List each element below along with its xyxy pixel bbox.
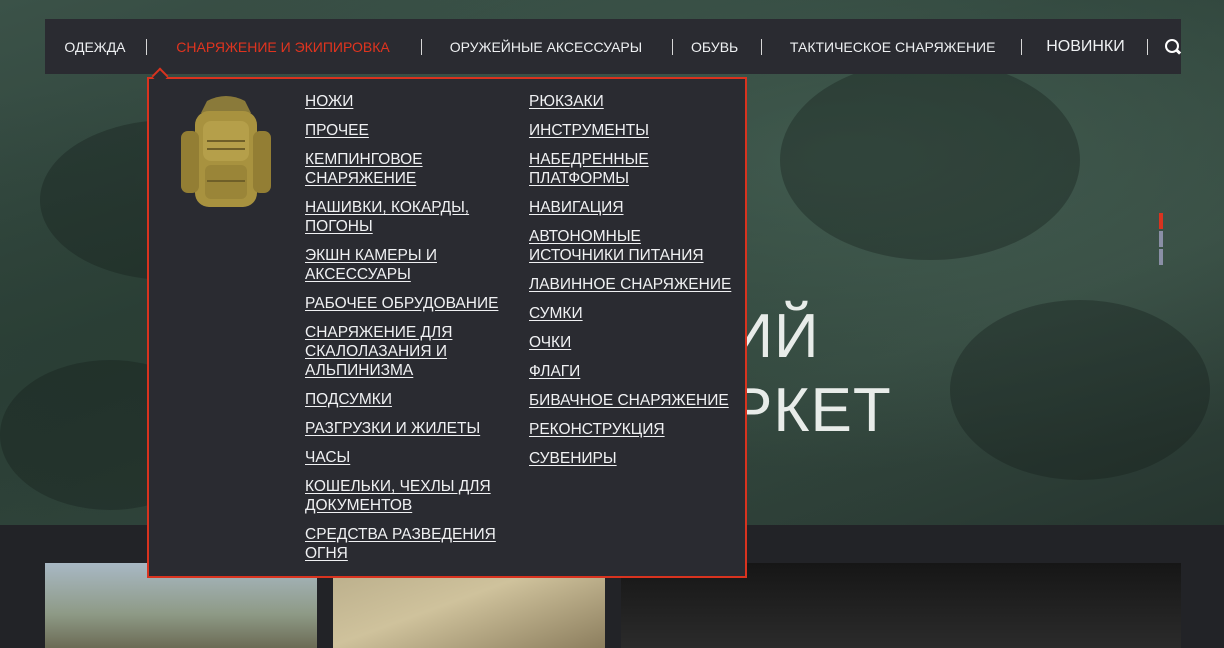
nav-separator [761, 38, 763, 55]
hero-bg-shape [950, 300, 1210, 480]
nav-item-footwear[interactable]: ОБУВЬ [691, 19, 738, 74]
dropdown-link[interactable]: БИВАЧНОЕ СНАРЯЖЕНИЕ [529, 391, 739, 410]
nav-item-weapon-accessories[interactable]: ОРУЖЕЙНЫЕ АКСЕССУАРЫ [450, 19, 642, 74]
dropdown-link[interactable]: СНАРЯЖЕНИЕ ДЛЯ СКАЛОЛАЗАНИЯ И АЛЬПИНИЗМА [305, 323, 505, 380]
dropdown-link[interactable]: ЧАСЫ [305, 448, 505, 467]
dropdown-column-2: РЮКЗАКИ ИНСТРУМЕНТЫ НАБЕДРЕННЫЕ ПЛАТФОРМЫ Н… [529, 92, 739, 478]
slider-dot[interactable] [1159, 213, 1163, 229]
nav-separator [671, 38, 673, 55]
dropdown-link[interactable]: ЭКШН КАМЕРЫ И АКСЕССУАРЫ [305, 246, 505, 284]
dropdown-link[interactable]: ПОДСУМКИ [305, 390, 505, 409]
dropdown-link[interactable]: КЕМПИНГОВОЕ СНАРЯЖЕНИЕ [305, 150, 505, 188]
dropdown-link[interactable]: ИНСТРУМЕНТЫ [529, 121, 739, 140]
backpack-image [181, 96, 271, 207]
dropdown-link[interactable]: РЮКЗАКИ [529, 92, 739, 111]
dropdown-link[interactable]: СРЕДСТВА РАЗВЕДЕНИЯ ОГНЯ [305, 525, 505, 563]
dropdown-link[interactable]: ЛАВИННОЕ СНАРЯЖЕНИЕ [529, 275, 739, 294]
dropdown-link[interactable]: НАШИВКИ, КОКАРДЫ, ПОГОНЫ [305, 198, 505, 236]
dropdown-link[interactable]: ПРОЧЕЕ [305, 121, 505, 140]
dropdown-link[interactable]: РАЗГРУЗКИ И ЖИЛЕТЫ [305, 419, 505, 438]
dropdown-link[interactable]: КОШЕЛЬКИ, ЧЕХЛЫ ДЛЯ ДОКУМЕНТОВ [305, 477, 505, 515]
nav-item-tactical-gear[interactable]: ТАКТИЧЕСКОЕ СНАРЯЖЕНИЕ [790, 19, 996, 74]
dropdown-link[interactable]: СУВЕНИРЫ [529, 449, 739, 468]
nav-item-equipment[interactable]: СНАРЯЖЕНИЕ И ЭКИПИРОВКА [176, 19, 389, 74]
slider-dot[interactable] [1159, 249, 1163, 265]
hero-bg-shape [780, 60, 1080, 260]
dropdown-link[interactable]: ФЛАГИ [529, 362, 739, 381]
dropdown-column-1: НОЖИ ПРОЧЕЕ КЕМПИНГОВОЕ СНАРЯЖЕНИЕ НАШИВКИ,… [305, 92, 505, 573]
dropdown-link[interactable]: СУМКИ [529, 304, 739, 323]
slider-pagination [1159, 213, 1163, 267]
dropdown-link[interactable]: РЕКОНСТРУКЦИЯ [529, 420, 739, 439]
nav-separator [145, 38, 147, 55]
nav-separator [421, 38, 423, 55]
dropdown-link[interactable]: АВТОНОМНЫЕ ИСТОЧНИКИ ПИТАНИЯ [529, 227, 739, 265]
nav-separator [1021, 38, 1023, 55]
slider-dot[interactable] [1159, 231, 1163, 247]
dropdown-link[interactable]: НОЖИ [305, 92, 505, 111]
equipment-dropdown-menu: НОЖИ ПРОЧЕЕ КЕМПИНГОВОЕ СНАРЯЖЕНИЕ НАШИВКИ,… [147, 77, 747, 578]
dropdown-link[interactable]: НАВИГАЦИЯ [529, 198, 739, 217]
nav-separator [1146, 38, 1148, 55]
main-nav: ОДЕЖДА СНАРЯЖЕНИЕ И ЭКИПИРОВКА ОРУЖЕЙНЫЕ… [45, 19, 1181, 74]
nav-item-clothing[interactable]: ОДЕЖДА [64, 19, 125, 74]
dropdown-link[interactable]: НАБЕДРЕННЫЕ ПЛАТФОРМЫ [529, 150, 739, 188]
dropdown-link[interactable]: РАБОЧЕЕ ОБРУДОВАНИЕ [305, 294, 505, 313]
nav-item-new-arrivals[interactable]: НОВИНКИ [1046, 19, 1125, 74]
dropdown-link[interactable]: ОЧКИ [529, 333, 739, 352]
search-icon[interactable] [1164, 38, 1181, 56]
